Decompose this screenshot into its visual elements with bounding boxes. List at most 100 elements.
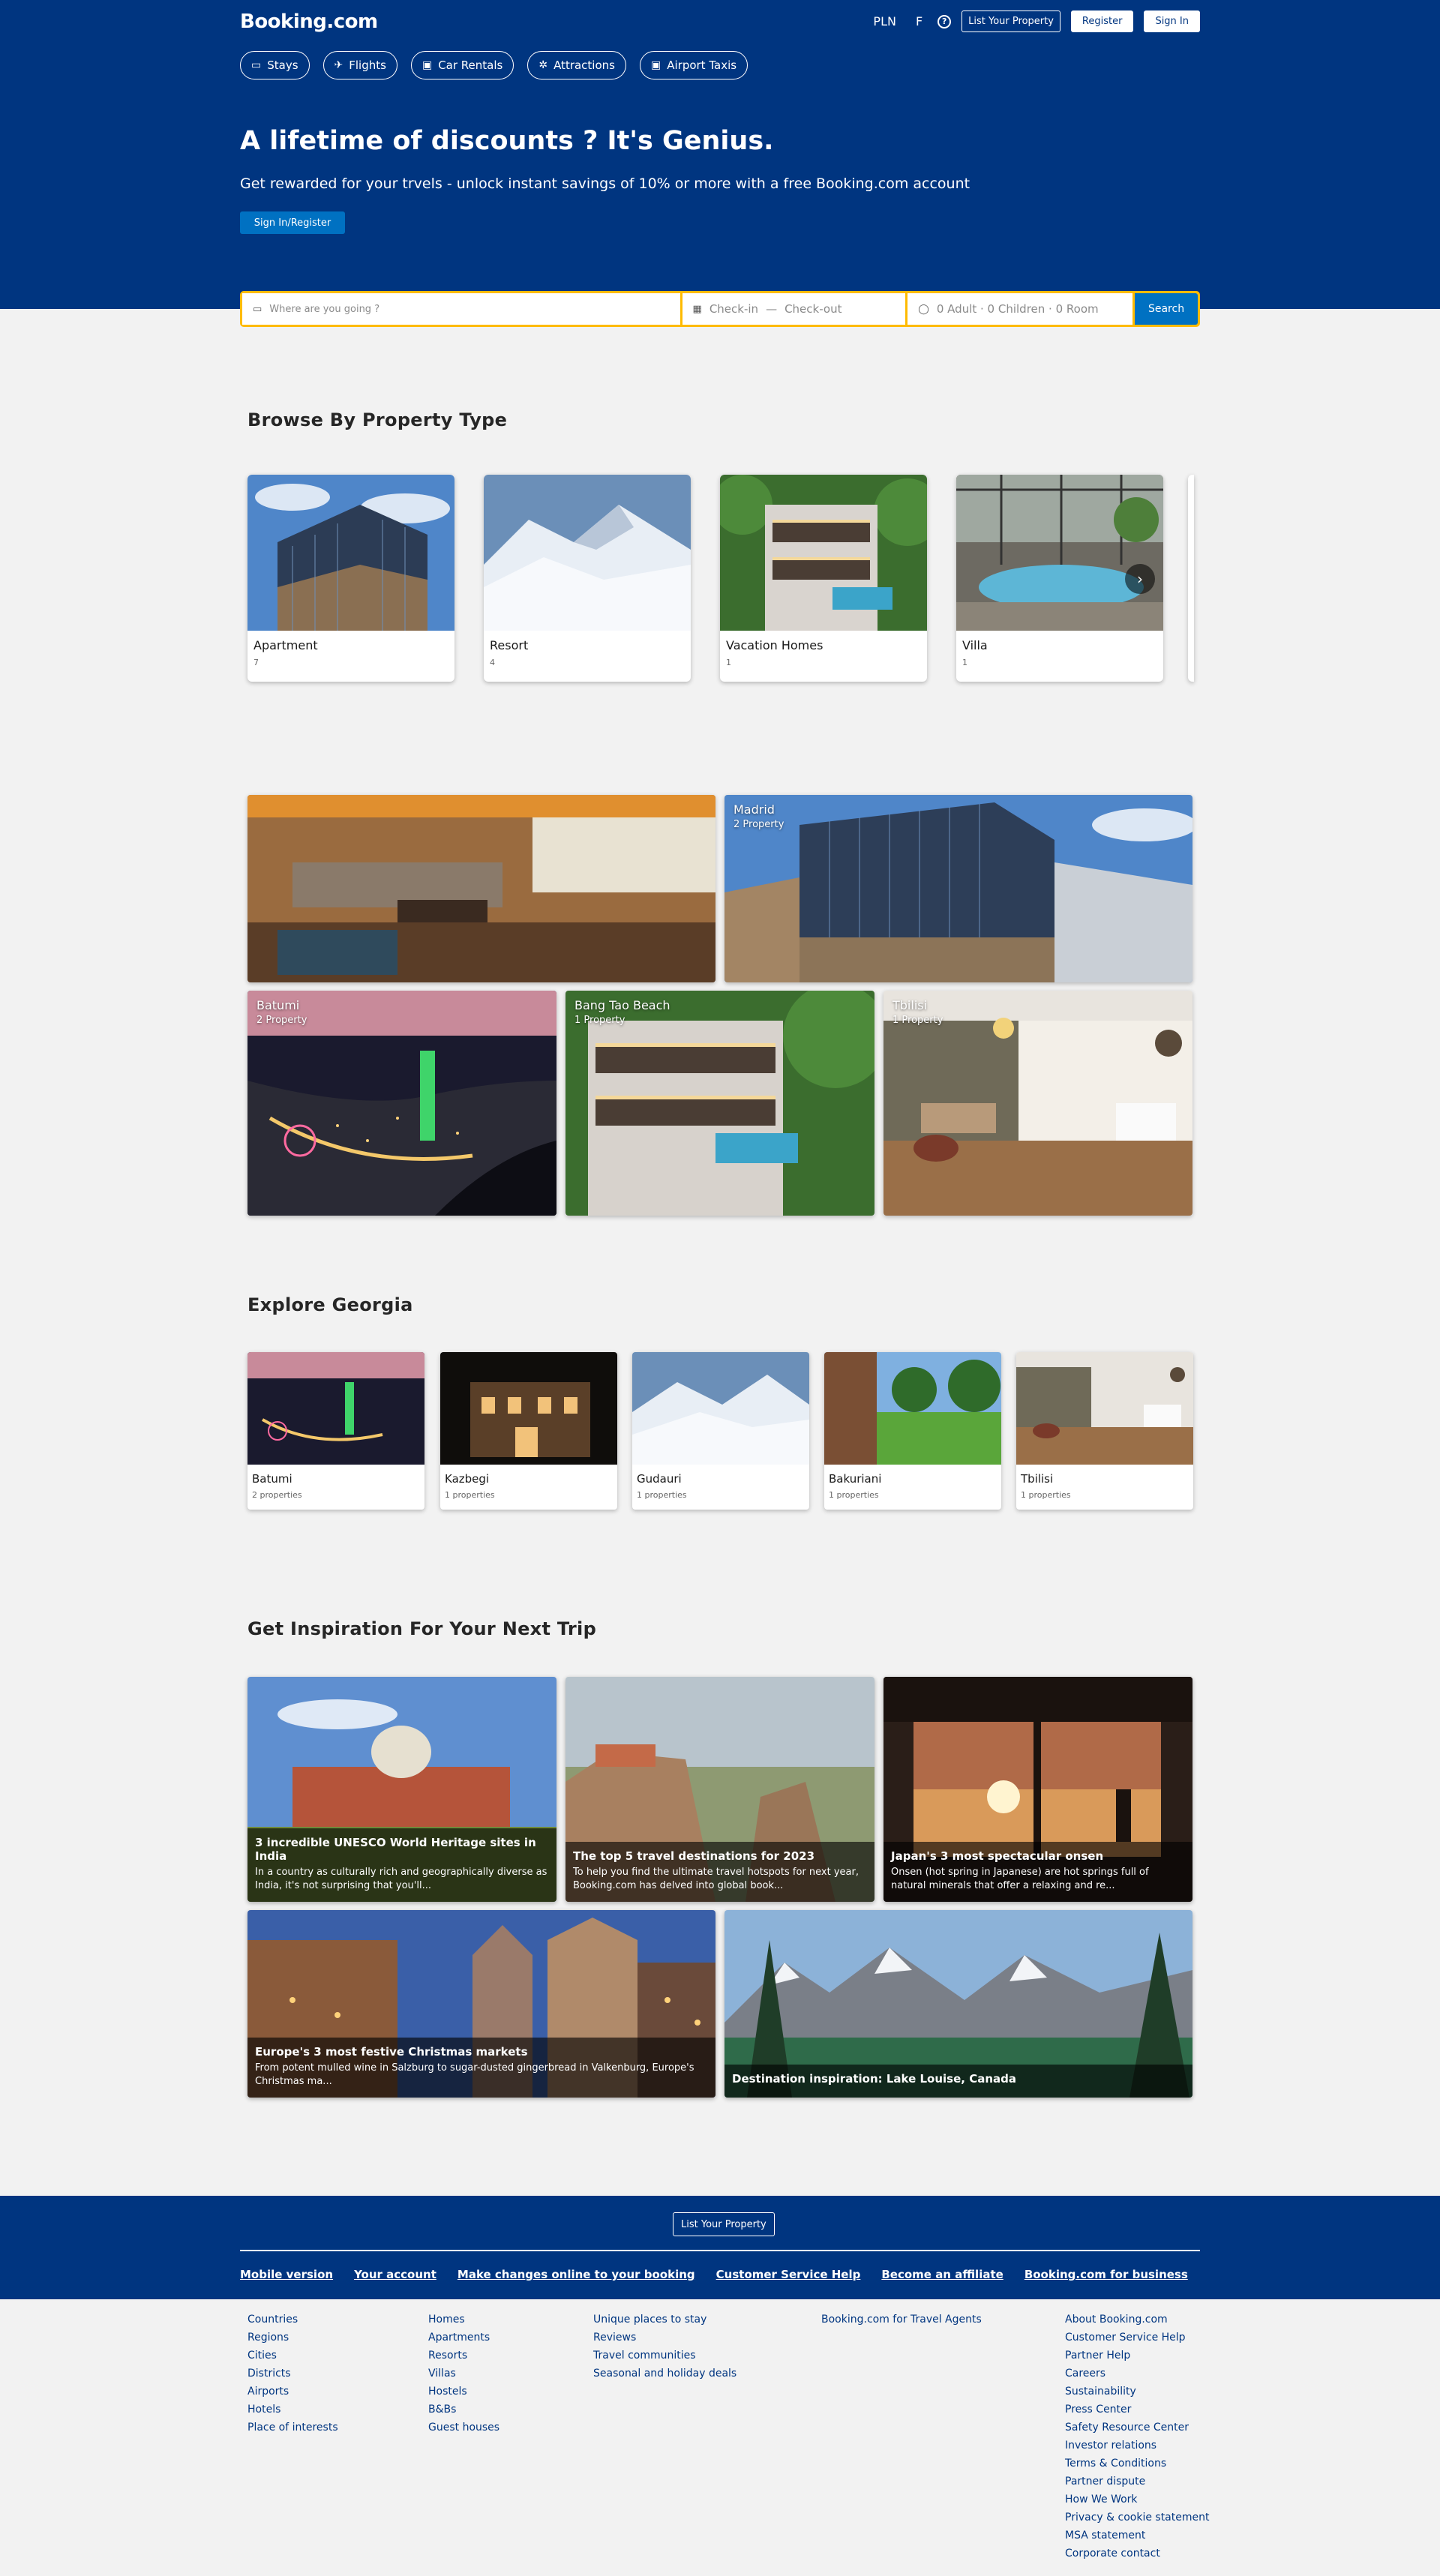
inspiration-card[interactable]: The top 5 travel destinations for 2023 T… (566, 1677, 874, 1902)
property-type-card[interactable]: Vacation Homes 1 (720, 475, 927, 682)
destination-field[interactable]: ▭ Where are you going ? (242, 293, 680, 325)
georgia-card[interactable]: Kazbegi 1 properties (440, 1352, 617, 1510)
destination-card[interactable]: Bang Tao Beach 1 Property (566, 991, 874, 1216)
destination-card[interactable] (248, 795, 716, 982)
footer-column-5: About Booking.com Customer Service Help … (1065, 2314, 1209, 2560)
tab-label: Flights (349, 58, 386, 72)
footer-col-link[interactable]: Customer Service Help (1065, 2332, 1209, 2344)
destination-card[interactable]: Tbilisi 1 Property (884, 991, 1192, 1216)
search-button[interactable]: Search (1135, 293, 1198, 325)
destination-input[interactable]: Where are you going ? (269, 304, 380, 315)
footer-link[interactable]: Become an affiliate (881, 2268, 1003, 2281)
date-field[interactable]: ▦ Check-in — Check-out (682, 293, 906, 325)
footer-link[interactable]: Mobile version (240, 2268, 333, 2281)
villa-image (956, 475, 1163, 631)
footer-col-link[interactable]: Safety Resource Center (1065, 2422, 1209, 2434)
list-property-button[interactable]: List Your Property (962, 10, 1060, 32)
footer-col-link[interactable]: Partner Help (1065, 2350, 1209, 2362)
georgia-card[interactable]: Bakuriani 1 properties (824, 1352, 1001, 1510)
footer-col-link[interactable]: Cities (248, 2350, 338, 2362)
footer-list-property-button[interactable]: List Your Property (673, 2212, 775, 2236)
footer-col-link[interactable]: Corporate contact (1065, 2548, 1209, 2560)
georgia-city-name: Bakuriani (829, 1472, 882, 1486)
footer-link[interactable]: Your account (354, 2268, 436, 2281)
footer-col-link[interactable]: Booking.com for Travel Agents (821, 2314, 982, 2326)
footer-col-link[interactable]: Press Center (1065, 2404, 1209, 2416)
footer-col-link[interactable]: How We Work (1065, 2494, 1209, 2506)
footer-link[interactable]: Make changes online to your booking (458, 2268, 695, 2281)
tab-label: Car Rentals (438, 58, 503, 72)
georgia-city-name: Tbilisi (1021, 1472, 1054, 1486)
destination-card[interactable]: Batumi 2 Property (248, 991, 556, 1216)
inspiration-card[interactable]: Europe's 3 most festive Christmas market… (248, 1910, 716, 2098)
tab-stays[interactable]: ▭ Stays (240, 51, 310, 79)
inspiration-card[interactable]: 3 incredible UNESCO World Heritage sites… (248, 1677, 556, 1902)
chevron-right-icon[interactable]: › (1125, 564, 1155, 594)
tab-car-rentals[interactable]: ▣ Car Rentals (410, 51, 514, 79)
inspiration-card[interactable]: Destination inspiration: Lake Louise, Ca… (724, 1910, 1192, 2098)
property-type-card[interactable]: Apartment 7 (248, 475, 454, 682)
footer-col-link[interactable]: Place of interests (248, 2422, 338, 2434)
footer-col-link[interactable]: Hotels (248, 2404, 338, 2416)
footer-col-link[interactable]: Seasonal and holiday deals (593, 2368, 736, 2380)
footer-col-link[interactable]: Terms & Conditions (1065, 2458, 1209, 2470)
footer-col-link[interactable]: Hostels (428, 2386, 500, 2398)
tab-airport-taxis[interactable]: ▣ Airport Taxis (639, 51, 748, 79)
footer-col-link[interactable]: Countries (248, 2314, 338, 2326)
guests-field[interactable]: ◯ 0 Adult · 0 Children · 0 Room (908, 293, 1133, 325)
footer-col-link[interactable]: Travel communities (593, 2350, 736, 2362)
language-selector[interactable]: F (911, 14, 927, 28)
footer-col-link[interactable]: Guest houses (428, 2422, 500, 2434)
footer-col-link[interactable]: Villas (428, 2368, 500, 2380)
sign-in-button[interactable]: Sign In (1144, 10, 1200, 32)
footer-col-link[interactable]: Partner dispute (1065, 2476, 1209, 2488)
gudauri-image (632, 1352, 809, 1465)
tab-flights[interactable]: ✈ Flights (322, 51, 398, 79)
inspiration-title: The top 5 travel destinations for 2023 (573, 1849, 815, 1863)
footer-col-link[interactable]: Homes (428, 2314, 500, 2326)
brand-logo[interactable]: Booking.com (240, 10, 378, 33)
property-type-count: 4 (490, 658, 495, 667)
inspiration-card[interactable]: Japan's 3 most spectacular onsen Onsen (… (884, 1677, 1192, 1902)
footer-column-2: Homes Apartments Resorts Villas Hostels … (428, 2314, 500, 2434)
footer-links: Mobile version Your account Make changes… (240, 2268, 1188, 2281)
footer-col-link[interactable]: Airports (248, 2386, 338, 2398)
georgia-city-name: Kazbegi (445, 1472, 490, 1486)
property-type-card[interactable]: Resort 4 (484, 475, 691, 682)
georgia-card[interactable]: Tbilisi 1 properties (1016, 1352, 1193, 1510)
property-type-name: Vacation Homes (726, 638, 824, 652)
tab-attractions[interactable]: ✲ Attractions (527, 51, 626, 79)
question-icon[interactable]: ? (938, 14, 952, 28)
inspiration-caption: Destination inspiration: Lake Louise, Ca… (724, 2065, 1192, 2098)
footer-col-link[interactable]: Apartments (428, 2332, 500, 2344)
footer-col-link[interactable]: Sustainability (1065, 2386, 1209, 2398)
footer-col-link[interactable]: Reviews (593, 2332, 736, 2344)
footer-col-link[interactable]: MSA statement (1065, 2530, 1209, 2542)
georgia-card[interactable]: Gudauri 1 properties (632, 1352, 809, 1510)
footer-col-link[interactable]: About Booking.com (1065, 2314, 1209, 2326)
footer-link[interactable]: Booking.com for business (1024, 2268, 1188, 2281)
footer-link[interactable]: Customer Service Help (716, 2268, 861, 2281)
footer-col-link[interactable]: Careers (1065, 2368, 1209, 2380)
currency-selector[interactable]: PLN (868, 14, 901, 28)
destination-card[interactable]: Madrid 2 Property (724, 795, 1192, 982)
hero-sign-in-button[interactable]: Sign In/Register (240, 211, 345, 234)
georgia-city-count: 1 properties (829, 1490, 879, 1500)
register-button[interactable]: Register (1070, 10, 1134, 32)
footer-col-link[interactable]: Investor relations (1065, 2440, 1209, 2452)
property-type-count: 1 (726, 658, 731, 667)
footer-column-3: Unique places to stay Reviews Travel com… (593, 2314, 736, 2380)
footer-column-4: Booking.com for Travel Agents (821, 2314, 982, 2326)
footer-col-link[interactable]: Unique places to stay (593, 2314, 736, 2326)
footer-col-link[interactable]: B&Bs (428, 2404, 500, 2416)
inspiration-text: From potent mulled wine in Salzburg to s… (255, 2062, 694, 2087)
georgia-card[interactable]: Batumi 2 properties (248, 1352, 424, 1510)
footer-col-link[interactable]: Resorts (428, 2350, 500, 2362)
kazbegi-image (440, 1352, 617, 1465)
search-bar: ▭ Where are you going ? ▦ Check-in — Che… (240, 291, 1200, 327)
footer-col-link[interactable]: Privacy & cookie statement (1065, 2512, 1209, 2524)
header-actions: PLN F ? List Your Property Register Sign… (868, 10, 1200, 32)
footer-banner: List Your Property Mobile version Your a… (0, 2196, 1440, 2299)
footer-col-link[interactable]: Regions (248, 2332, 338, 2344)
footer-col-link[interactable]: Districts (248, 2368, 338, 2380)
